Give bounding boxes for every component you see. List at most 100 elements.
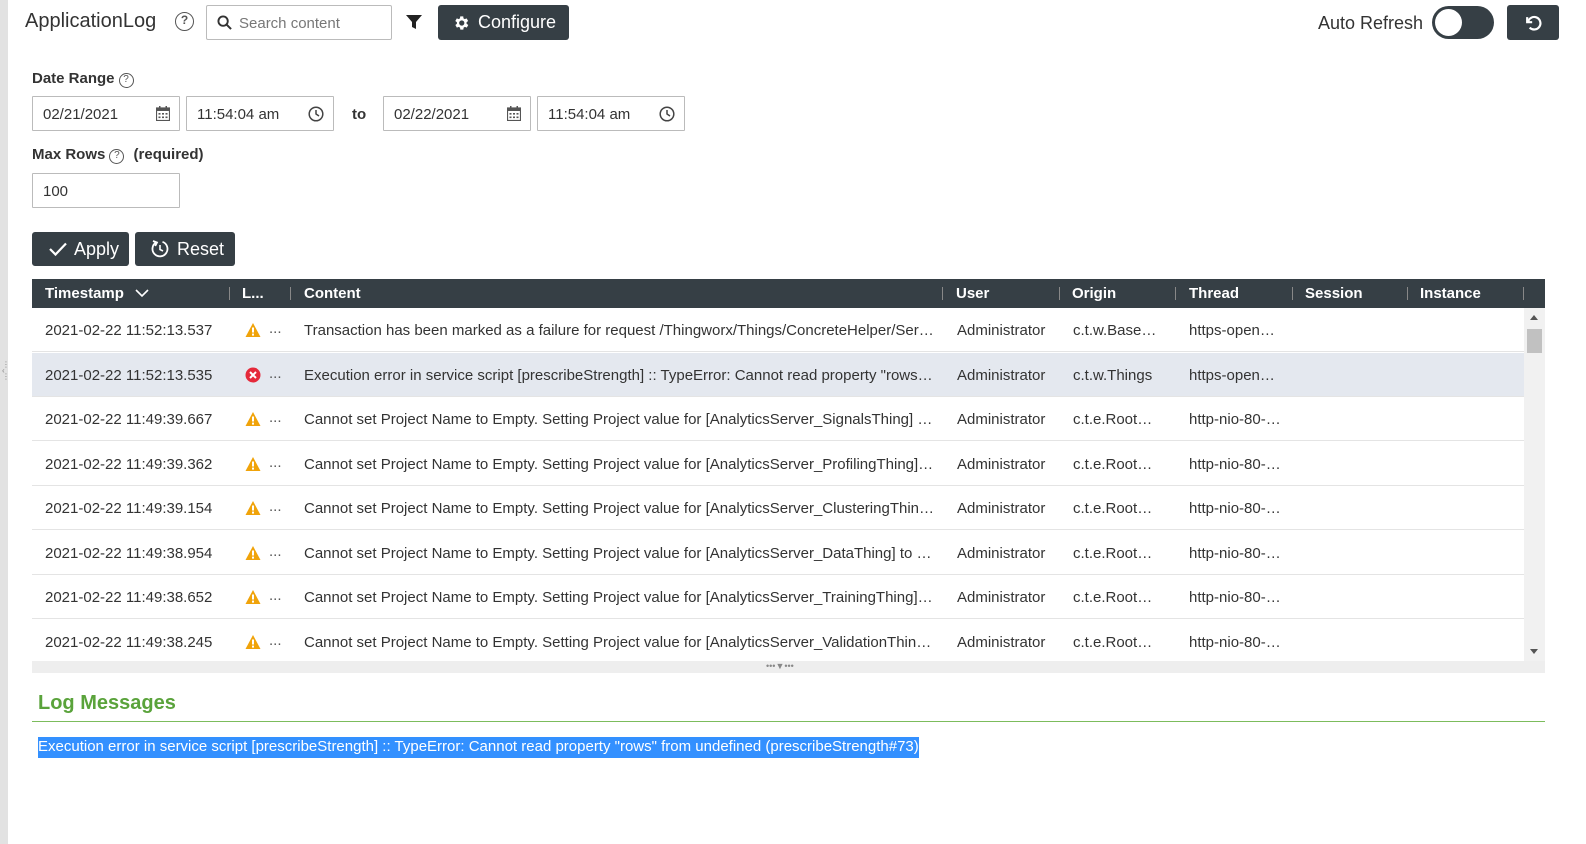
cell-origin: c.t.e.RootEntity: [1073, 545, 1161, 562]
table-row[interactable]: 2021-02-22 11:52:13.535 Execution error i…: [32, 353, 1524, 397]
table-row[interactable]: 2021-02-22 11:49:39.154 Cannot set Projec…: [32, 486, 1524, 530]
column-separator[interactable]: [1059, 287, 1060, 300]
table-row[interactable]: 2021-02-22 11:49:38.245 Cannot set Projec…: [32, 620, 1524, 661]
cell-content: Cannot set Project Name to Empty. Settin…: [304, 545, 936, 562]
cell-timestamp: 2021-02-22 11:49:39.154: [45, 500, 213, 517]
calendar-icon[interactable]: [507, 106, 521, 121]
max-rows-input[interactable]: 100: [32, 173, 180, 208]
help-icon[interactable]: ?: [109, 149, 125, 164]
cell-origin: c.t.e.RootEntity: [1073, 411, 1161, 428]
column-header-origin[interactable]: Origin: [1072, 285, 1116, 302]
log-messages-title: Log Messages: [38, 692, 176, 714]
left-panel-edge[interactable]: ⋮ ‹ ⋮: [0, 0, 10, 844]
cell-level-text: ...: [269, 365, 282, 382]
chevron-down-icon: [135, 289, 149, 298]
table-row[interactable]: 2021-02-22 11:49:39.362 Cannot set Projec…: [32, 442, 1524, 486]
auto-refresh-label: Auto Refresh: [1318, 13, 1424, 33]
cell-content: Execution error in service script [presc…: [304, 367, 936, 384]
error-icon: [245, 367, 261, 383]
help-icon[interactable]: ?: [118, 73, 134, 88]
filter-icon[interactable]: [406, 14, 422, 30]
cell-level-text: ...: [269, 409, 282, 426]
column-header-thread[interactable]: Thread: [1189, 285, 1239, 302]
cell-content: Cannot set Project Name to Empty. Settin…: [304, 589, 936, 606]
scroll-up-arrow-icon[interactable]: [1530, 315, 1538, 320]
from-date-field[interactable]: 02/21/2021: [32, 96, 180, 131]
from-time-field[interactable]: 11:54:04 am: [186, 96, 334, 131]
column-separator[interactable]: [1407, 287, 1408, 300]
apply-button[interactable]: Apply: [32, 232, 129, 266]
cell-thread: http-nio-80-exec: [1189, 500, 1281, 517]
column-label: Timestamp: [45, 285, 124, 302]
cell-origin: c.t.w.BaseServices: [1073, 322, 1161, 339]
reset-button[interactable]: Reset: [135, 232, 235, 266]
table-row[interactable]: 2021-02-22 11:49:39.667 Cannot set Projec…: [32, 397, 1524, 441]
column-header-instance[interactable]: Instance: [1420, 285, 1481, 302]
reset-icon: [151, 240, 169, 258]
cell-thread: https-openssl-nio: [1189, 322, 1281, 339]
cell-level-text: ...: [269, 498, 282, 515]
drag-handle-icon[interactable]: ⋮ ‹ ⋮: [2, 361, 10, 381]
cell-timestamp: 2021-02-22 11:49:39.667: [45, 411, 213, 428]
help-icon[interactable]: ?: [175, 12, 194, 31]
cell-thread: http-nio-80-exec: [1189, 456, 1281, 473]
cell-origin: c.t.e.RootEntity: [1073, 634, 1161, 651]
required-label: (required): [133, 146, 204, 163]
column-separator[interactable]: [290, 287, 291, 300]
auto-refresh-toggle[interactable]: [1432, 6, 1494, 39]
to-date-value: 02/22/2021: [394, 106, 470, 123]
cell-timestamp: 2021-02-22 11:49:39.362: [45, 456, 213, 473]
scroll-down-arrow-icon[interactable]: [1530, 649, 1538, 654]
cell-thread: http-nio-80-exec: [1189, 634, 1281, 651]
clock-icon[interactable]: [308, 106, 324, 122]
column-separator[interactable]: [942, 287, 943, 300]
to-time-field[interactable]: 11:54:04 am: [537, 96, 685, 131]
refresh-button[interactable]: [1507, 5, 1559, 40]
cell-content: Transaction has been marked as a failure…: [304, 322, 936, 339]
table-row[interactable]: 2021-02-22 11:52:13.537 Transaction has b…: [32, 308, 1524, 352]
selected-log-message[interactable]: Execution error in service script [presc…: [38, 737, 919, 758]
column-header-content[interactable]: Content: [304, 285, 361, 302]
apply-label: Apply: [74, 238, 120, 259]
cell-user: Administrator: [957, 589, 1046, 606]
configure-button[interactable]: Configure: [438, 5, 569, 40]
grid-scrollbar[interactable]: [1524, 308, 1545, 661]
column-separator[interactable]: [1523, 287, 1524, 300]
calendar-icon[interactable]: [156, 106, 170, 121]
table-row[interactable]: 2021-02-22 11:49:38.652 Cannot set Projec…: [32, 575, 1524, 619]
cell-user: Administrator: [957, 545, 1046, 562]
scroll-thumb[interactable]: [1527, 329, 1542, 353]
divider: [32, 721, 1545, 722]
cell-content: Cannot set Project Name to Empty. Settin…: [304, 500, 936, 517]
column-header-timestamp[interactable]: Timestamp: [45, 285, 149, 302]
cell-origin: c.t.e.RootEntity: [1073, 456, 1161, 473]
column-separator[interactable]: [229, 287, 230, 300]
column-separator[interactable]: [1292, 287, 1293, 300]
splitter-handle-icon[interactable]: •••▼•••: [766, 661, 794, 671]
table-row[interactable]: 2021-02-22 11:49:38.954 Cannot set Projec…: [32, 531, 1524, 575]
cell-thread: http-nio-80-exec: [1189, 589, 1281, 606]
clock-icon[interactable]: [659, 106, 675, 122]
search-input[interactable]: [239, 12, 387, 34]
warning-icon: [245, 323, 261, 337]
column-header-session[interactable]: Session: [1305, 285, 1363, 302]
cell-thread: http-nio-80-exec: [1189, 411, 1281, 428]
column-header-level[interactable]: L...: [242, 285, 264, 302]
to-time-value: 11:54:04 am: [548, 106, 631, 123]
column-separator[interactable]: [1175, 287, 1176, 300]
top-bar: ApplicationLog ? Configure Auto Refresh: [25, 5, 1560, 40]
grid-header: Timestamp L... Content User Origin Threa…: [32, 279, 1545, 308]
cell-timestamp: 2021-02-22 11:49:38.652: [45, 589, 213, 606]
from-date-value: 02/21/2021: [43, 106, 119, 123]
from-time-value: 11:54:04 am: [197, 106, 280, 123]
to-date-field[interactable]: 02/22/2021: [383, 96, 531, 131]
panel-splitter[interactable]: •••▼•••: [32, 661, 1545, 673]
column-header-user[interactable]: User: [956, 285, 989, 302]
gear-icon: [455, 15, 469, 30]
cell-timestamp: 2021-02-22 11:49:38.245: [45, 634, 213, 651]
cell-level-text: ...: [269, 543, 282, 560]
cell-content: Cannot set Project Name to Empty. Settin…: [304, 411, 936, 428]
toggle-knob: [1435, 9, 1462, 36]
search-box[interactable]: [206, 5, 392, 40]
cell-user: Administrator: [957, 500, 1046, 517]
